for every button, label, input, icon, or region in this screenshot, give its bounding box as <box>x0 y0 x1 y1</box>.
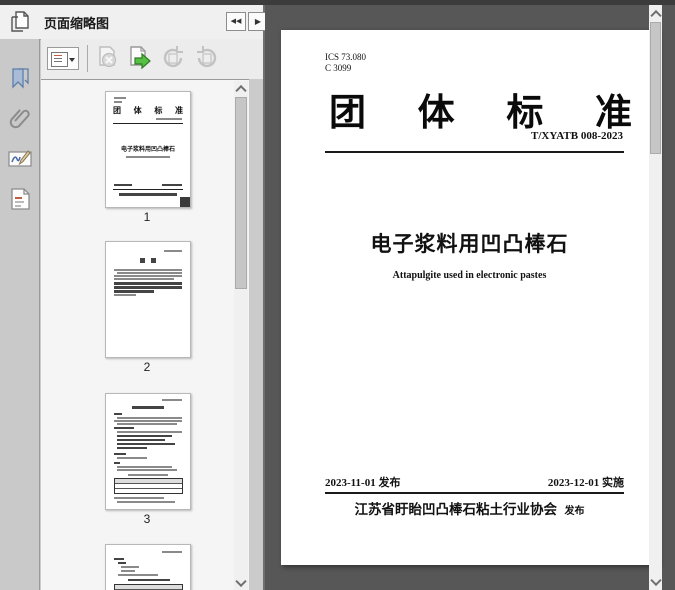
thumbnail-label-3: 3 <box>105 512 189 526</box>
panel-title: 页面缩略图 <box>44 13 109 32</box>
thumbnail-page-2[interactable] <box>105 241 191 358</box>
extract-pages-icon[interactable] <box>125 44 153 72</box>
scrollbar-thumb[interactable] <box>235 97 247 289</box>
issue-date: 2023-11-01 发布 <box>325 474 400 490</box>
implementation-date: 2023-12-01 实施 <box>548 474 624 490</box>
thumbnail-page-1[interactable]: 团体 标准 电子浆料用凹凸棒石 <box>105 91 191 208</box>
thumbnail-label-1: 1 <box>105 210 189 224</box>
scroll-up-button[interactable] <box>649 6 662 21</box>
thumbnails-panel: 页面缩略图 ◀◀ ▶ <box>0 5 265 590</box>
mini-doc-title: 电子浆料用凹凸棒石 <box>106 144 190 153</box>
forms-document-icon[interactable] <box>6 185 34 213</box>
sidebar-icon-strip <box>0 39 40 590</box>
options-menu-button[interactable] <box>47 47 79 70</box>
delete-pages-icon[interactable] <box>93 44 121 72</box>
header-rule <box>325 151 624 153</box>
rotate-left-icon[interactable] <box>159 44 187 72</box>
scroll-down-button[interactable] <box>649 574 662 589</box>
scroll-up-button[interactable] <box>234 81 248 96</box>
attachments-paperclip-icon[interactable] <box>6 105 34 133</box>
ics-number: ICS 73.080 <box>325 52 366 63</box>
scroll-down-button[interactable] <box>234 575 248 590</box>
thumbnail-page-4[interactable] <box>105 544 191 590</box>
thumbnail-toolbar <box>41 39 263 79</box>
panel-header: 页面缩略图 ◀◀ ▶ <box>0 5 263 40</box>
document-page-1: ICS 73.080 C 3099 团 体 标 准 T/XYATB 008-20… <box>281 30 658 565</box>
toolbar-separator <box>87 45 88 72</box>
standard-type-heading: 团 体 标 准 <box>329 82 632 136</box>
document-title-en: Attapulgite used in electronic pastes <box>281 270 658 281</box>
chevron-down-icon <box>69 58 75 62</box>
collapse-panel-button[interactable]: ◀◀ <box>226 12 246 31</box>
rotate-right-icon[interactable] <box>193 44 221 72</box>
c-code: C 3099 <box>325 63 366 74</box>
page-selection-marker <box>180 197 190 207</box>
options-list-icon <box>51 52 68 67</box>
mini-heading: 团体 标准 <box>113 105 183 116</box>
date-row: 2023-11-01 发布 2023-12-01 实施 <box>325 474 624 490</box>
document-scrollbar[interactable] <box>649 5 662 590</box>
footer-rule <box>325 492 624 494</box>
bookmarks-icon[interactable] <box>6 65 34 93</box>
scrollbar-thumb[interactable] <box>650 22 661 154</box>
standard-number: T/XYATB 008-2023 <box>531 130 623 142</box>
ics-codes: ICS 73.080 C 3099 <box>325 52 366 74</box>
pages-icon[interactable] <box>8 9 34 35</box>
mini-table <box>114 584 183 590</box>
thumbnail-scrollbar[interactable] <box>234 81 248 590</box>
thumbnail-label-2: 2 <box>105 360 189 374</box>
thumbnail-list: 团体 标准 电子浆料用凹凸棒石 1 <box>41 79 249 590</box>
document-view[interactable]: ICS 73.080 C 3099 团 体 标 准 T/XYATB 008-20… <box>265 5 662 590</box>
pdf-viewer-window: 页面缩略图 ◀◀ ▶ <box>0 0 675 590</box>
mini-table <box>114 478 183 494</box>
document-title-cn: 电子浆料用凹凸棒石 <box>281 228 658 258</box>
publisher-line: 江苏省盱眙凹凸棒石粘土行业协会 发布 <box>281 498 658 518</box>
thumbnail-page-3[interactable] <box>105 393 191 510</box>
signature-icon[interactable] <box>6 145 34 173</box>
